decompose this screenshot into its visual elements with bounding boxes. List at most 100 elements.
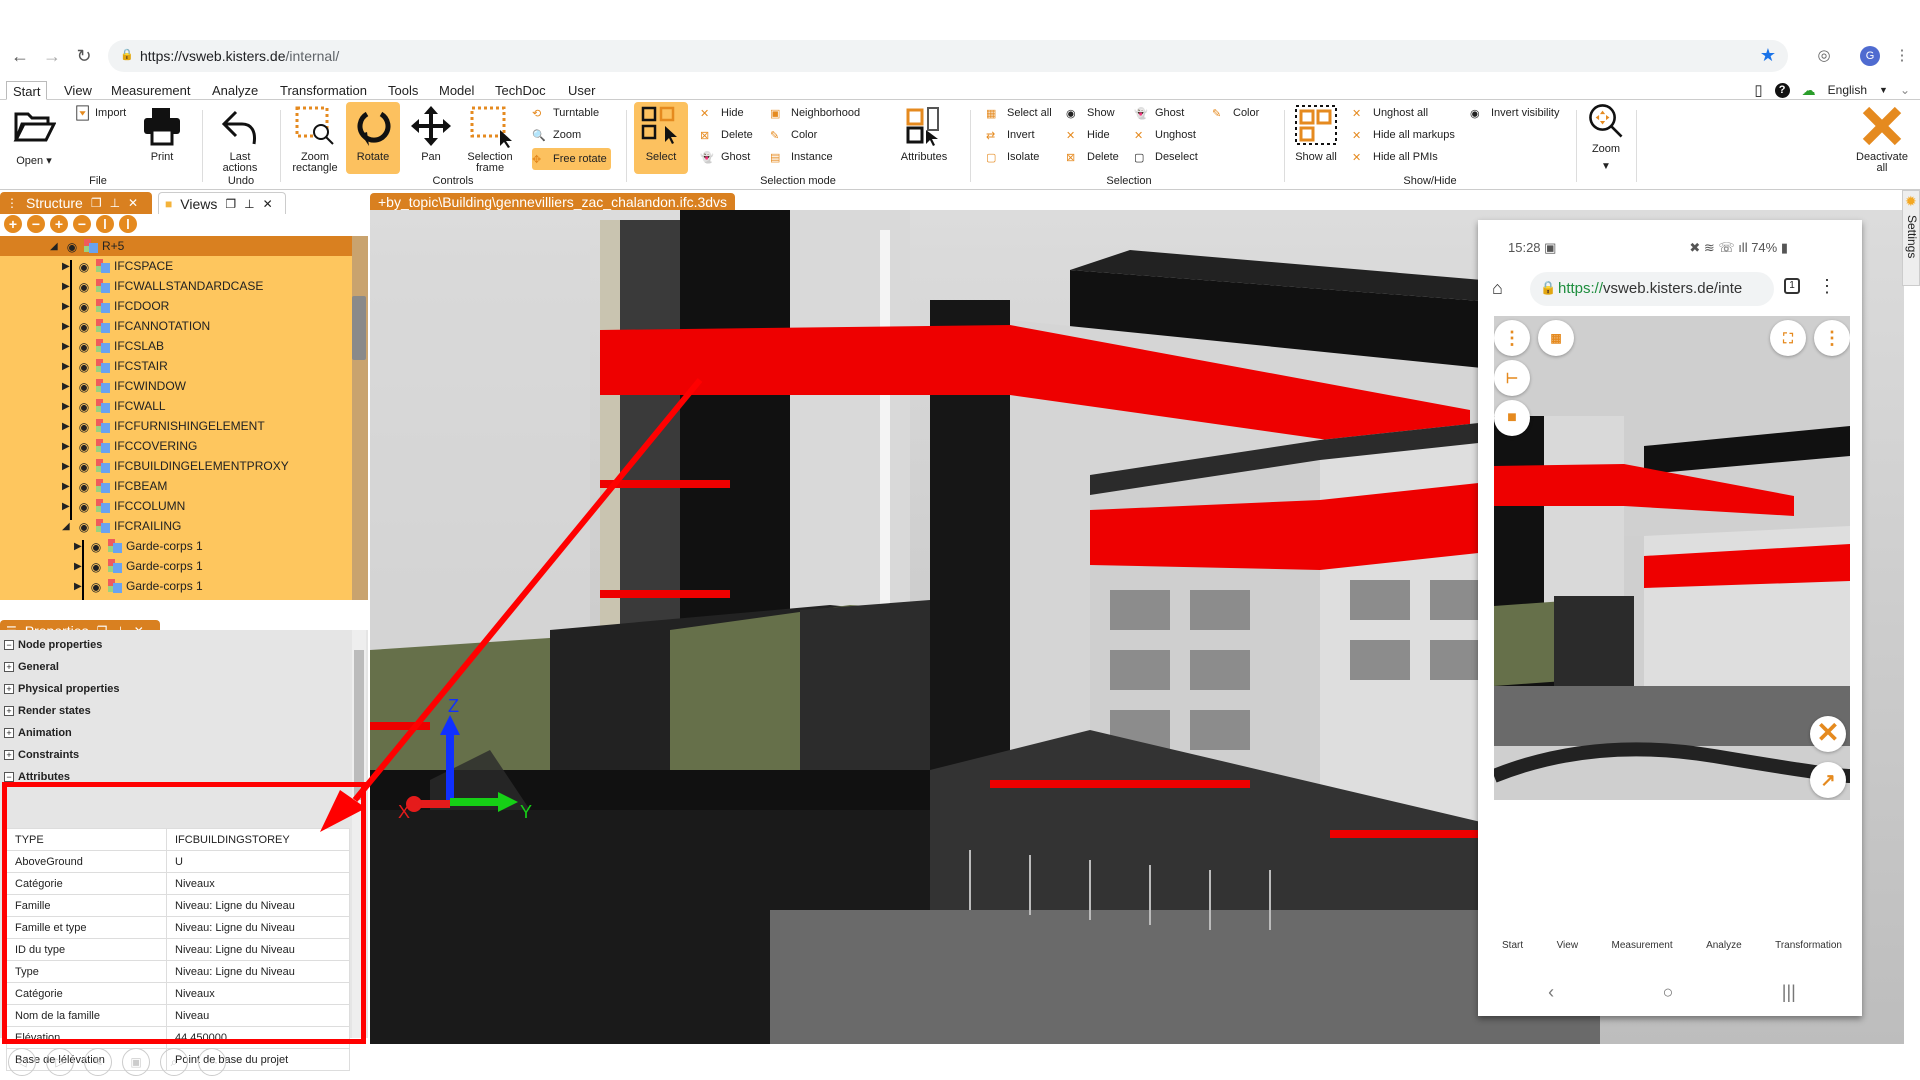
isolate-button[interactable]: ▢ Isolate [986, 148, 1043, 166]
language-dropdown-icon[interactable]: ▼ [1879, 85, 1888, 95]
zoom-rectangle-button[interactable]: Zoom rectangle [288, 104, 342, 178]
select-all-button[interactable]: ▦ Select all [986, 104, 1056, 122]
tab-views[interactable]: ■ Views ❐ ⊥ ✕ [158, 192, 286, 214]
visibility-eye-icon[interactable]: ◉ [76, 320, 92, 334]
visibility-eye-icon[interactable]: ◉ [76, 460, 92, 474]
reload-icon[interactable]: ↻ [72, 44, 96, 68]
pan-button[interactable]: Pan [406, 104, 456, 174]
previous-icon[interactable]: ◁ [8, 1048, 36, 1076]
float-window-icon[interactable]: ❐ [225, 197, 236, 211]
phone-tab-view[interactable]: View [1557, 940, 1579, 951]
profile-avatar[interactable]: G [1860, 46, 1880, 66]
color-selection-button[interactable]: ✎ Color [1212, 104, 1263, 122]
tree-node[interactable]: ▶ ◉ Garde-corps 1 [0, 556, 354, 576]
search-icon[interactable]: ⌕ [160, 1048, 188, 1076]
tab-structure[interactable]: ⋮ Structure ❐ ⊥ ✕ [0, 192, 152, 214]
phone-select-fab[interactable]: ▦ [1538, 320, 1574, 356]
tree-node[interactable]: ▶ ◉ IFCSPACE [0, 256, 354, 276]
ghost-mode-button[interactable]: 👻 Ghost [700, 148, 754, 166]
split-icon[interactable]: ǀ [96, 215, 114, 233]
visibility-eye-icon[interactable]: ◉ [76, 380, 92, 394]
tab-measurement[interactable]: Measurement [105, 81, 196, 100]
more-icon[interactable]: ··· [198, 1048, 226, 1076]
pen-icon[interactable]: ✎ [84, 1048, 112, 1076]
pin-icon[interactable]: ⊥ [110, 196, 120, 210]
tree-node[interactable]: ▶ ◉ IFCWALL [0, 396, 354, 416]
unghost-all-button[interactable]: ✕ Unghost all [1352, 104, 1432, 122]
hide-mode-button[interactable]: ✕ Hide [700, 104, 748, 122]
layers-icon[interactable]: ▣ [122, 1048, 150, 1076]
deselect-button[interactable]: ▢ Deselect [1134, 148, 1202, 166]
settings-side-tab[interactable]: ✹ Settings [1902, 190, 1920, 286]
invert-visibility-button[interactable]: ◉ Invert visibility [1470, 104, 1563, 122]
delete-selection-button[interactable]: ⊠ Delete [1066, 148, 1123, 166]
zoom-button[interactable]: Zoom ▼ [1584, 102, 1628, 182]
visibility-eye-icon[interactable]: ◉ [88, 580, 104, 594]
float-window-icon[interactable]: ❐ [91, 196, 102, 210]
tree-node[interactable]: ▶ ◉ IFCANNOTATION [0, 316, 354, 336]
collapse-toggle-icon[interactable]: ◢ [62, 521, 72, 532]
extension-icon[interactable]: ◎ [1812, 44, 1836, 68]
phone-back-icon[interactable]: ‹ [1548, 982, 1554, 1003]
next-icon[interactable]: ▷ [46, 1048, 74, 1076]
visibility-eye-icon[interactable]: ◉ [76, 280, 92, 294]
property-section[interactable]: + Animation [0, 722, 350, 744]
selection-frame-button[interactable]: Selection frame [462, 104, 518, 178]
tree-node[interactable]: ▶ ◉ Garde-corps 1 [0, 536, 354, 556]
tree-scrollbar[interactable] [352, 236, 368, 600]
tab-view[interactable]: View [58, 81, 98, 100]
tree-node[interactable]: ▶ ◉ IFCBUILDINGELEMENTPROXY [0, 456, 354, 476]
visibility-eye-icon[interactable]: ◉ [88, 540, 104, 554]
hide-all-markups-button[interactable]: ✕ Hide all markups [1352, 126, 1459, 144]
tree-node[interactable]: ▶ ◉ IFCDOOR [0, 296, 354, 316]
browser-menu-icon[interactable]: ⋮ [1890, 44, 1914, 68]
property-section[interactable]: + Render states [0, 700, 350, 722]
phone-tab-measurement[interactable]: Measurement [1612, 940, 1673, 951]
phone-tree-fab[interactable]: ⊢ [1494, 360, 1530, 396]
property-section[interactable]: + General [0, 656, 350, 678]
phone-home-button-icon[interactable]: ○ [1663, 982, 1674, 1003]
pin-icon[interactable]: ⊥ [244, 197, 254, 211]
phone-tab-start[interactable]: Start [1502, 940, 1523, 951]
expand-box-icon[interactable]: + [4, 662, 14, 672]
tab-techdoc[interactable]: TechDoc [489, 81, 552, 100]
visibility-eye-icon[interactable]: ◉ [76, 420, 92, 434]
tree-node[interactable]: ▶ ◉ Garde-corps 1 [0, 576, 354, 596]
visibility-eye-icon[interactable]: ◉ [76, 440, 92, 454]
tab-analyze[interactable]: Analyze [206, 81, 264, 100]
hide-selection-button[interactable]: ✕ Hide [1066, 126, 1114, 144]
expand-box-icon[interactable]: + [4, 706, 14, 716]
visibility-eye-icon[interactable]: ◉ [76, 340, 92, 354]
tab-transformation[interactable]: Transformation [274, 81, 373, 100]
show-all-button[interactable]: Show all [1290, 104, 1342, 174]
phone-compass-fab[interactable]: ↗ [1810, 762, 1846, 798]
expand-all-icon[interactable]: + [4, 215, 22, 233]
select-button[interactable]: Select [634, 102, 688, 174]
tree-node[interactable]: ▶ ◉ IFCFURNISHINGELEMENT [0, 416, 354, 436]
turntable-button[interactable]: ⟲ Turntable [532, 104, 603, 122]
instance-button[interactable]: ▤ Instance [770, 148, 837, 166]
phone-recents-icon[interactable]: ||| [1782, 982, 1796, 1003]
phone-address-bar[interactable]: 🔒 https://vsweb.kisters.de/inte [1530, 272, 1774, 306]
visibility-eye-icon[interactable]: ◉ [76, 480, 92, 494]
tree-node[interactable]: ▶ ◉ IFCWALLSTANDARDCASE [0, 276, 354, 296]
cloud-sync-icon[interactable]: ☁ [1802, 82, 1816, 99]
attributes-button[interactable]: Attributes [894, 104, 954, 174]
collapse-ribbon-icon[interactable]: ⌄ [1900, 83, 1910, 97]
phone-home-icon[interactable]: ⌂ [1492, 278, 1503, 299]
tree-node[interactable]: ▶ ◉ IFCWINDOW [0, 376, 354, 396]
visibility-eye-icon[interactable]: ◉ [76, 260, 92, 274]
language-select[interactable]: English [1828, 83, 1867, 97]
property-section[interactable]: − Node properties [0, 634, 350, 656]
tree-node[interactable]: ▶ ◉ IFCCOLUMN [0, 496, 354, 516]
visibility-eye-icon[interactable]: ◉ [76, 520, 92, 534]
visibility-eye-icon[interactable]: ◉ [76, 500, 92, 514]
visibility-eye-icon[interactable]: ◉ [88, 560, 104, 574]
collapse-box-icon[interactable]: − [4, 772, 14, 782]
expand-icon[interactable]: + [50, 215, 68, 233]
back-icon[interactable]: ← [8, 44, 32, 68]
expand-box-icon[interactable]: + [4, 750, 14, 760]
open-button[interactable]: Open ▾ [6, 104, 62, 174]
tree-node[interactable]: ▶ ◉ IFCBEAM [0, 476, 354, 496]
phone-3d-viewport[interactable]: ⋮ ▦ ⊢ ■ ⛶ ⋮ ✕ ↗ [1494, 316, 1850, 800]
